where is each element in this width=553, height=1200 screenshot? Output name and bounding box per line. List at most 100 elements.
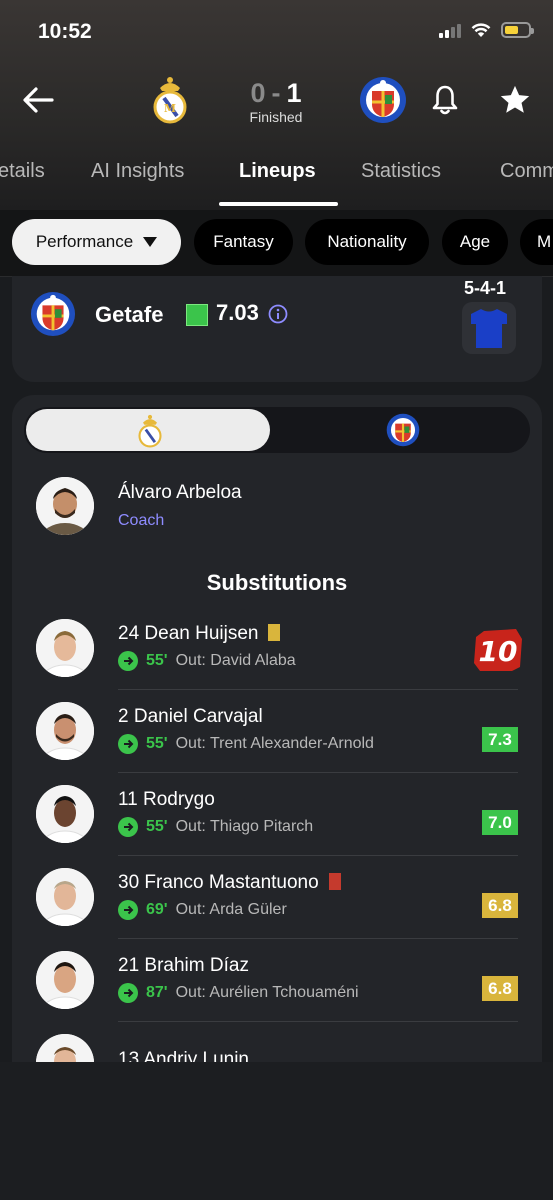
row-divider — [118, 1021, 518, 1022]
row-divider — [118, 772, 518, 773]
team-toggle — [24, 407, 530, 453]
row-divider — [118, 938, 518, 939]
tab-ai-insights[interactable]: AI Insights — [91, 160, 184, 183]
tab-commentary[interactable]: Comm — [500, 160, 553, 183]
sub-in-arrow-icon — [118, 817, 138, 837]
substitution-row[interactable]: 30 Franco Mastantuono 69' Out: Arda Güle… — [12, 868, 542, 950]
sub-minute: 55' — [146, 652, 168, 669]
player-rating: 6.8 — [482, 893, 518, 918]
lineup-details-card: Álvaro Arbeloa Coach Substitutions 24 De… — [12, 395, 542, 1075]
substitution-info: 55' Out: David Alaba — [118, 651, 296, 671]
filter-nationality[interactable]: Nationality — [305, 219, 429, 265]
svg-text:10: 10 — [479, 635, 518, 668]
tab-details[interactable]: etails — [0, 160, 45, 183]
filter-age[interactable]: Age — [442, 219, 508, 265]
filter-fantasy[interactable]: Fantasy — [194, 219, 293, 265]
team-summary-card: Getafe 7.03 5-4-1 — [12, 276, 542, 382]
player-avatar — [36, 785, 94, 843]
filter-performance[interactable]: Performance — [12, 219, 181, 265]
jersey-icon — [471, 309, 507, 348]
sub-minute: 55' — [146, 818, 168, 835]
team-jersey — [462, 302, 516, 354]
team-rating: 7.03 — [216, 300, 259, 325]
substitutions-heading: Substitutions — [206, 570, 348, 595]
player-rating: 6.8 — [482, 976, 518, 1001]
real-madrid-crest-icon[interactable]: M — [150, 76, 190, 124]
bell-icon[interactable] — [431, 84, 459, 116]
team-name: Getafe — [95, 302, 164, 327]
match-status: Finished — [249, 109, 303, 125]
caret-down-icon — [143, 237, 158, 247]
sub-in-arrow-icon — [118, 983, 138, 1003]
substitution-row[interactable]: 24 Dean Huijsen 55' Out: David Alaba 10 — [12, 619, 542, 701]
player-avatar — [36, 702, 94, 760]
active-tab-indicator — [219, 202, 338, 206]
player-name: 30 Franco Mastantuono — [118, 872, 341, 894]
score-separator: - — [271, 78, 281, 108]
substitution-info: 87' Out: Aurélien Tchouaméni — [118, 983, 359, 1003]
sub-out-player: Out: Thiago Pitarch — [175, 818, 314, 835]
sub-in-arrow-icon — [118, 734, 138, 754]
red-card-icon — [328, 873, 341, 890]
team-formation: 5-4-1 — [464, 278, 507, 298]
bottom-area — [0, 1062, 553, 1200]
svg-text:M: M — [164, 102, 176, 115]
star-icon[interactable] — [498, 83, 532, 117]
coach-name[interactable]: Álvaro Arbeloa — [118, 482, 242, 504]
player-rating: 7.3 — [482, 727, 518, 752]
back-arrow-icon[interactable] — [20, 82, 56, 118]
status-time: 10:52 — [38, 20, 92, 43]
real-madrid-crest-icon — [138, 414, 162, 448]
match-header: 10:52 M 0-1 Finished etails AI Insights … — [0, 0, 553, 210]
sub-minute: 55' — [146, 735, 168, 752]
filter-more[interactable]: M — [520, 219, 553, 265]
row-divider — [118, 689, 518, 690]
match-tabs: etails AI Insights Lineups Statistics Co… — [0, 156, 553, 206]
match-score: 0-1 — [236, 78, 316, 109]
sub-out-player: Out: David Alaba — [175, 652, 296, 669]
info-icon[interactable] — [268, 304, 288, 324]
substitution-info: 69' Out: Arda Güler — [118, 900, 287, 920]
tab-lineups[interactable]: Lineups — [239, 160, 316, 183]
substitution-row[interactable]: 11 Rodrygo 55' Out: Thiago Pitarch 7.0 — [12, 785, 542, 867]
player-name: 24 Dean Huijsen — [118, 623, 281, 645]
wifi-icon — [471, 23, 491, 37]
team-rating-indicator — [186, 304, 208, 326]
yellow-card-icon — [268, 624, 281, 641]
coach-role: Coach — [118, 512, 165, 529]
substitution-row[interactable]: 2 Daniel Carvajal 55' Out: Trent Alexand… — [12, 702, 542, 784]
top-rating-badge: 10 — [474, 629, 522, 671]
substitution-row[interactable]: 21 Brahim Díaz 87' Out: Aurélien Tchouam… — [12, 951, 542, 1033]
coach-avatar[interactable] — [36, 477, 94, 535]
substitution-info: 55' Out: Thiago Pitarch — [118, 817, 313, 837]
player-name: 2 Daniel Carvajal — [118, 706, 263, 727]
coach-photo — [36, 477, 94, 535]
getafe-crest-icon — [30, 291, 76, 337]
sub-out-player: Out: Trent Alexander-Arnold — [175, 735, 374, 752]
status-icons — [439, 22, 534, 38]
sub-minute: 69' — [146, 901, 168, 918]
substitution-info: 55' Out: Trent Alexander-Arnold — [118, 734, 374, 754]
sub-minute: 87' — [146, 984, 168, 1001]
sub-in-arrow-icon — [118, 900, 138, 920]
player-avatar — [36, 951, 94, 1009]
sub-out-player: Out: Aurélien Tchouaméni — [175, 984, 359, 1001]
player-rating: 7.0 — [482, 810, 518, 835]
tab-statistics[interactable]: Statistics — [361, 160, 441, 183]
player-avatar — [36, 868, 94, 926]
player-name: 11 Rodrygo — [118, 789, 215, 810]
row-divider — [118, 855, 518, 856]
battery-icon — [501, 22, 534, 38]
filter-performance-label: Performance — [35, 232, 134, 251]
cellular-signal-icon — [439, 22, 461, 38]
player-name: 21 Brahim Díaz — [118, 955, 249, 976]
getafe-crest-icon[interactable] — [386, 413, 420, 447]
getafe-crest-icon[interactable] — [359, 76, 407, 124]
home-score: 0 — [250, 78, 266, 108]
sub-out-player: Out: Arda Güler — [175, 901, 287, 918]
toggle-home-team[interactable] — [26, 409, 270, 451]
lineup-filter-chips: Performance Fantasy Nationality Age M — [0, 210, 553, 277]
away-score: 1 — [286, 78, 302, 108]
sub-in-arrow-icon — [118, 651, 138, 671]
player-avatar — [36, 619, 94, 677]
